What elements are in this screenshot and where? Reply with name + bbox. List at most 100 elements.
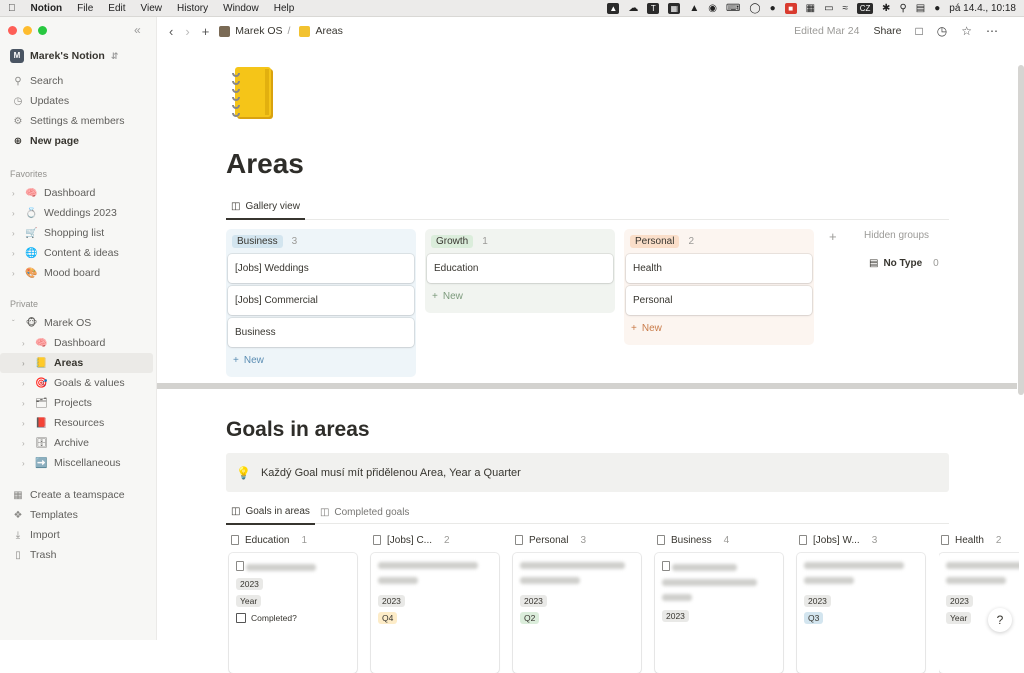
t-app-icon[interactable]: T [647, 2, 660, 14]
edited-timestamp[interactable]: Edited Mar 24 [794, 25, 859, 37]
chevron-down-icon[interactable]: ˇ [12, 319, 19, 328]
group-pill[interactable]: Growth [431, 235, 474, 248]
more-icon[interactable]: ⋯ [986, 24, 998, 38]
chevron-right-icon[interactable]: › [22, 439, 29, 448]
chevron-right-icon[interactable]: › [22, 419, 29, 428]
page-title[interactable]: Areas [226, 148, 304, 180]
board-card[interactable]: 2023 Q4 [371, 553, 499, 673]
hidden-group-no-type[interactable]: ▤ No Type 0 [869, 258, 939, 269]
tab-completed-goals[interactable]: ◫ Completed goals [315, 500, 415, 525]
sidebar-fav-weddings[interactable]: › 💍 Weddings 2023 [0, 203, 157, 223]
cloud-icon[interactable]: ☁ [628, 3, 638, 14]
sidebar-child-dashboard[interactable]: › 🧠 Dashboard [0, 333, 157, 353]
chevron-right-icon[interactable]: › [22, 359, 29, 368]
tab-gallery-view[interactable]: ◫ Gallery view [226, 195, 305, 220]
sidebar-child-resources[interactable]: › 📕 Resources [0, 413, 157, 433]
notebook-icon[interactable] [229, 65, 277, 123]
sidebar-fav-mood[interactable]: › 🎨 Mood board [0, 263, 157, 283]
chevron-right-icon[interactable]: › [12, 209, 19, 218]
column-name[interactable]: Health [955, 535, 984, 546]
wifi-icon[interactable]: ≈ [843, 3, 849, 14]
help-button[interactable]: ? [988, 608, 1012, 632]
scrollbar[interactable] [1018, 65, 1024, 395]
minimize-window-button[interactable] [23, 26, 32, 35]
antivirus-icon[interactable]: ▲ [607, 2, 620, 14]
chevron-right-icon[interactable]: › [22, 399, 29, 408]
gallery-card[interactable]: [Jobs] Commercial [228, 286, 414, 315]
menu-help[interactable]: Help [274, 3, 295, 14]
chevron-right-icon[interactable]: › [22, 379, 29, 388]
sidebar-trash[interactable]: ▯ Trash [0, 545, 157, 565]
breadcrumb-current[interactable]: Areas [315, 25, 342, 37]
search-icon[interactable]: ⚲ [899, 3, 906, 14]
new-card-button[interactable]: + New [425, 286, 615, 307]
share-button[interactable]: Share [873, 25, 901, 37]
column-name[interactable]: Personal [529, 535, 568, 546]
sidebar-settings[interactable]: ⚙ Settings & members [0, 111, 157, 131]
gallery-card[interactable]: Business [228, 318, 414, 347]
board-card[interactable]: 2023 Q3 [797, 553, 925, 673]
group-pill[interactable]: Personal [630, 235, 680, 248]
cap-icon[interactable]: ▲ [689, 3, 699, 14]
sidebar-fav-dashboard[interactable]: › 🧠 Dashboard [0, 183, 157, 203]
forward-icon[interactable]: › [185, 24, 189, 39]
sidebar-child-areas[interactable]: › 📒 Areas [0, 353, 153, 373]
tab-goals-in-areas[interactable]: ◫ Goals in areas [226, 500, 315, 525]
chevron-right-icon[interactable]: › [12, 269, 19, 278]
comment-icon[interactable]: □ [916, 24, 923, 38]
apple-icon[interactable]:  [8, 3, 16, 14]
checkbox[interactable] [236, 613, 246, 623]
callout[interactable]: 💡 Každý Goal musí mít přidělenou Area, Y… [226, 453, 949, 492]
chevron-right-icon[interactable]: › [12, 249, 19, 258]
vpn-icon[interactable]: ◉ [708, 3, 717, 14]
menu-history[interactable]: History [177, 3, 208, 14]
board-card[interactable]: 2023 Year Completed? [229, 553, 357, 673]
lang-indicator[interactable]: CZ [857, 2, 874, 14]
private-heading[interactable]: Private [10, 299, 38, 309]
workspace-switcher[interactable]: M Marek's Notion ⇵ [10, 49, 118, 63]
menu-edit[interactable]: Edit [108, 3, 125, 14]
gallery-card[interactable]: Health [626, 254, 812, 283]
history-icon[interactable]: ◷ [937, 24, 947, 38]
chevron-right-icon[interactable]: › [12, 189, 19, 198]
close-window-button[interactable] [8, 26, 17, 35]
control-center-icon[interactable]: ▤ [916, 3, 925, 14]
section-title[interactable]: Goals in areas [226, 418, 370, 442]
window-icon[interactable]: ▦ [668, 2, 681, 14]
column-name[interactable]: [Jobs] C... [387, 535, 432, 546]
gallery-card[interactable]: Personal [626, 286, 812, 315]
red-app-icon[interactable]: ■ [784, 2, 797, 14]
app-icon[interactable]: ● [770, 3, 776, 14]
gallery-card[interactable]: [Jobs] Weddings [228, 254, 414, 283]
zoom-window-button[interactable] [38, 26, 47, 35]
board-card[interactable]: 2023 [655, 553, 783, 673]
chevron-right-icon[interactable]: › [22, 339, 29, 348]
sidebar-child-misc[interactable]: › ➡️ Miscellaneous [0, 453, 157, 473]
sidebar-search[interactable]: ⚲ Search [0, 71, 157, 91]
back-icon[interactable]: ‹ [169, 24, 173, 39]
chevron-right-icon[interactable]: › [22, 459, 29, 468]
menu-app-name[interactable]: Notion [31, 3, 63, 14]
sidebar-marek-os[interactable]: ˇ 🐵 Marek OS [0, 313, 157, 333]
menu-file[interactable]: File [77, 3, 93, 14]
sidebar-child-goals[interactable]: › 🎯 Goals & values [0, 373, 157, 393]
gallery-card[interactable]: Education [427, 254, 613, 283]
siri-icon[interactable]: ● [934, 3, 940, 14]
column-name[interactable]: Business [671, 535, 712, 546]
board-card[interactable]: 2023 Q2 [513, 553, 641, 673]
column-name[interactable]: [Jobs] W... [813, 535, 860, 546]
sidebar-fav-shopping[interactable]: › 🛒 Shopping list [0, 223, 157, 243]
sidebar-import[interactable]: ⤓ Import [0, 525, 157, 545]
chevron-right-icon[interactable]: › [12, 229, 19, 238]
new-card-button[interactable]: + New [226, 350, 416, 371]
sidebar-create-teamspace[interactable]: ▦ Create a teamspace [0, 485, 157, 505]
sidebar-updates[interactable]: ◷ Updates [0, 91, 157, 111]
keyboard-icon[interactable]: ⌨ [726, 3, 740, 14]
sidebar-new-page[interactable]: ⊕ New page [0, 131, 157, 151]
star-icon[interactable]: ☆ [961, 24, 972, 38]
add-group-icon[interactable]: + [829, 229, 837, 244]
breadcrumb-root[interactable]: Marek OS [235, 25, 282, 37]
sidebar-child-archive[interactable]: › 🗄 Archive [0, 433, 157, 453]
collapse-sidebar-icon[interactable]: « [134, 23, 141, 37]
favorites-heading[interactable]: Favorites [10, 169, 47, 179]
